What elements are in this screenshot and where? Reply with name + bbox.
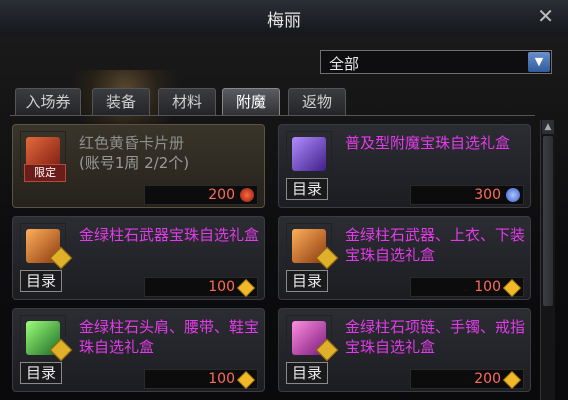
item-name: 金绿柱石武器宝珠自选礼盒 bbox=[79, 226, 260, 244]
list-item[interactable]: 限定 红色黄昏卡片册 (账号1周 2/2个) 200 bbox=[12, 124, 265, 208]
item-price: 100 bbox=[208, 279, 235, 295]
item-price: 200 bbox=[208, 187, 235, 203]
catalog-button[interactable]: 目录 bbox=[20, 270, 62, 292]
tab-divider bbox=[10, 115, 535, 116]
blue-crystal-icon bbox=[506, 188, 520, 202]
item-limit: (账号1周 2/2个) bbox=[79, 154, 190, 172]
catalog-button[interactable]: 目录 bbox=[20, 362, 62, 384]
item-name: 普及型附魔宝珠自选礼盒 bbox=[345, 134, 511, 152]
list-item[interactable]: 目录 金绿柱石头肩、腰带、鞋宝珠自选礼盒 100 bbox=[12, 308, 265, 392]
magenta-box-icon bbox=[286, 315, 339, 362]
price-box: 300 bbox=[410, 185, 524, 205]
item-name: 金绿柱石武器、上衣、下装宝珠自选礼盒 bbox=[345, 226, 526, 264]
scroll-thumb[interactable] bbox=[543, 136, 553, 306]
item-list: 限定 红色黄昏卡片册 (账号1周 2/2个) 200 目录 普及型附魔宝珠自选礼… bbox=[12, 120, 536, 400]
price-box: 100 bbox=[144, 277, 258, 298]
window-title: 梅丽 bbox=[267, 11, 301, 31]
item-price: 200 bbox=[474, 371, 501, 387]
list-item[interactable]: 目录 普及型附魔宝珠自选礼盒 300 bbox=[278, 124, 531, 208]
gold-coin-icon bbox=[502, 278, 522, 298]
scroll-up-icon[interactable]: ▲ bbox=[542, 120, 554, 134]
tab-rebate[interactable]: 返物 bbox=[288, 88, 346, 116]
purple-box-icon bbox=[286, 131, 332, 177]
tab-enchant[interactable]: 附魔 bbox=[222, 88, 280, 116]
chevron-down-icon[interactable]: ▼ bbox=[528, 52, 550, 72]
tab-tickets[interactable]: 入场券 bbox=[15, 88, 81, 116]
category-dropdown[interactable]: 全部 ▼ bbox=[320, 50, 552, 74]
gold-coin-icon bbox=[236, 370, 256, 390]
price-box: 200 bbox=[410, 369, 524, 390]
price-box: 100 bbox=[410, 277, 524, 298]
item-name: 金绿柱石头肩、腰带、鞋宝珠自选礼盒 bbox=[79, 318, 260, 356]
item-name: 红色黄昏卡片册 (账号1周 2/2个) bbox=[79, 134, 190, 172]
dropdown-selected: 全部 bbox=[329, 55, 360, 73]
green-box-icon bbox=[20, 315, 73, 362]
list-item[interactable]: 目录 金绿柱石项链、手镯、戒指宝珠自选礼盒 200 bbox=[278, 308, 531, 392]
item-price: 300 bbox=[474, 187, 501, 203]
gold-coin-icon bbox=[502, 370, 522, 390]
catalog-button[interactable]: 目录 bbox=[286, 362, 328, 384]
price-box: 100 bbox=[144, 369, 258, 390]
list-item[interactable]: 目录 金绿柱石武器宝珠自选礼盒 100 bbox=[12, 216, 265, 300]
card-book-icon: 限定 bbox=[20, 131, 66, 182]
orange-box-icon bbox=[20, 223, 73, 270]
list-item[interactable]: 目录 金绿柱石武器、上衣、下装宝珠自选礼盒 100 bbox=[278, 216, 531, 300]
close-icon[interactable]: ✕ bbox=[537, 4, 554, 28]
price-box: 200 bbox=[144, 185, 258, 205]
red-coin-icon bbox=[240, 188, 254, 202]
limited-badge: 限定 bbox=[24, 164, 66, 182]
gold-coin-icon bbox=[236, 278, 256, 298]
tab-equipment[interactable]: 装备 bbox=[92, 88, 150, 116]
item-name: 金绿柱石项链、手镯、戒指宝珠自选礼盒 bbox=[345, 318, 526, 356]
title-bar: 梅丽 ✕ bbox=[0, 0, 568, 35]
tab-materials[interactable]: 材料 bbox=[158, 88, 216, 116]
scrollbar[interactable]: ▲ bbox=[540, 120, 555, 400]
item-price: 100 bbox=[474, 279, 501, 295]
catalog-button[interactable]: 目录 bbox=[286, 178, 328, 200]
orange-box-icon bbox=[286, 223, 339, 270]
catalog-button[interactable]: 目录 bbox=[286, 270, 328, 292]
item-price: 100 bbox=[208, 371, 235, 387]
